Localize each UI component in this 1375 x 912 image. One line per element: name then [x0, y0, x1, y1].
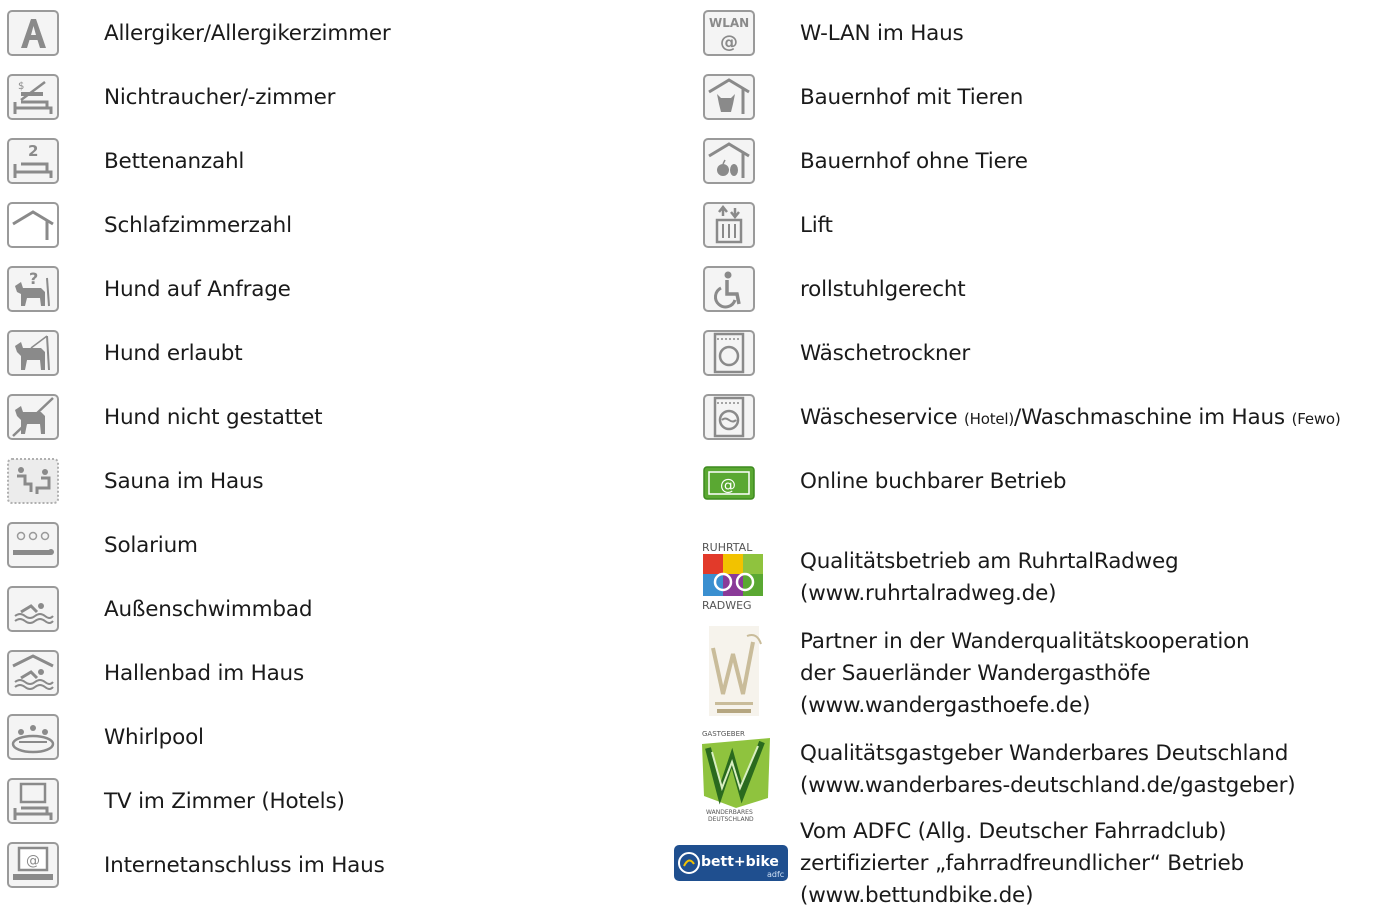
- badge-link[interactable]: (www.bettundbike.de): [800, 880, 1244, 912]
- svg-text:GASTGEBER: GASTGEBER: [702, 730, 745, 738]
- svg-text:WANDERBARES: WANDERBARES: [706, 809, 753, 816]
- tv-icon: [7, 778, 59, 824]
- badge-line: Vom ADFC (Allg. Deutscher Fahrradclub): [800, 819, 1227, 844]
- washing-label-part: Wäscheservice: [800, 405, 964, 430]
- legend-label: Nichtraucher/-zimmer: [104, 85, 336, 110]
- legend-label: Sauna im Haus: [104, 469, 264, 494]
- bedroom-count-icon: [7, 202, 59, 248]
- washing-label-part: /Waschmaschine im Haus: [1014, 405, 1292, 430]
- legend-label: rollstuhlgerecht: [800, 277, 966, 302]
- svg-text:@: @: [26, 853, 40, 869]
- badge-line: der Sauerländer Wandergasthöfe: [800, 661, 1151, 686]
- legend-label: W-LAN im Haus: [800, 21, 964, 46]
- dryer-icon: [703, 330, 755, 376]
- wandergasthoefe-logo: [701, 624, 765, 720]
- wlan-at-text: @: [720, 32, 738, 53]
- allergy-icon: [7, 10, 59, 56]
- svg-text:$: $: [18, 81, 24, 92]
- svg-text:?: ?: [29, 269, 38, 288]
- outdoor-pool-icon: [7, 586, 59, 632]
- legend-label-washing: Wäscheservice (Hotel)/Waschmaschine im H…: [800, 402, 1341, 435]
- badge-text-bettundbike: Vom ADFC (Allg. Deutscher Fahrradclub) z…: [800, 816, 1244, 912]
- badge-text-wanderbares: Qualitätsgastgeber Wanderbares Deutschla…: [800, 738, 1296, 802]
- wlan-icon: WLAN @: [703, 10, 755, 56]
- badge-line: Qualitätsgastgeber Wanderbares Deutschla…: [800, 741, 1289, 766]
- legend-label: Allergiker/Allergikerzimmer: [104, 21, 391, 46]
- legend-label: Hund erlaubt: [104, 341, 243, 366]
- lift-icon: [703, 202, 755, 248]
- legend-label: Bauernhof ohne Tiere: [800, 149, 1028, 174]
- legend-label: Lift: [800, 213, 833, 238]
- washing-label-fewo: (Fewo): [1291, 410, 1341, 428]
- legend-label: Außenschwimmbad: [104, 597, 313, 622]
- bed-count-icon: 2: [7, 138, 59, 184]
- badge-line: zertifizierter „fahrradfreundlicher“ Bet…: [800, 851, 1245, 876]
- solarium-icon: [7, 522, 59, 568]
- legend-label: Whirlpool: [104, 725, 204, 750]
- legend-label: Hallenbad im Haus: [104, 661, 304, 686]
- dog-on-request-icon: ?: [7, 266, 59, 312]
- badge-text-wandergasthoefe: Partner in der Wanderqualitätskooperatio…: [800, 626, 1250, 722]
- washing-label-hotel: (Hotel): [963, 410, 1015, 428]
- legend-label: Solarium: [104, 533, 198, 558]
- wanderbares-deutschland-logo: GASTGEBER WANDERBARES DEUTSCHLAND: [696, 728, 776, 824]
- online-booking-icon: @: [703, 460, 755, 506]
- ruhrtal-logo-bottom: RADWEG: [702, 599, 752, 612]
- legend-label: Wäschetrockner: [800, 341, 971, 366]
- dog-allowed-icon: [7, 330, 59, 376]
- legend-label: Hund nicht gestattet: [104, 405, 323, 430]
- badge-link[interactable]: (www.wanderbares-deutschland.de/gastgebe…: [800, 770, 1296, 802]
- legend-label: Online buchbarer Betrieb: [800, 469, 1067, 494]
- farm-with-animals-icon: [703, 74, 755, 120]
- washing-machine-icon: [703, 394, 755, 440]
- legend-label: Internetanschluss im Haus: [104, 853, 385, 878]
- badge-link[interactable]: (www.ruhrtalradweg.de): [800, 578, 1178, 610]
- wlan-icon-text: WLAN: [709, 16, 749, 30]
- svg-text:DEUTSCHLAND: DEUTSCHLAND: [708, 816, 754, 823]
- legend-label: Hund auf Anfrage: [104, 277, 291, 302]
- dog-not-allowed-icon: [7, 394, 59, 440]
- online-at-text: @: [720, 475, 736, 494]
- non-smoking-icon: $: [7, 74, 59, 120]
- indoor-pool-icon: [7, 650, 59, 696]
- badge-text-ruhrtal: Qualitätsbetrieb am RuhrtalRadweg (www.r…: [800, 546, 1179, 610]
- badge-line: Qualitätsbetrieb am RuhrtalRadweg: [800, 549, 1179, 574]
- ruhrtal-logo-top: RUHRTAL: [702, 541, 753, 554]
- bett-bike-logo-sub: adfc: [767, 870, 784, 879]
- badge-link[interactable]: (www.wandergasthoefe.de): [800, 690, 1249, 722]
- legend-label: Schlafzimmerzahl: [104, 213, 292, 238]
- legend-label: TV im Zimmer (Hotels): [104, 789, 345, 814]
- farm-without-animals-icon: [703, 138, 755, 184]
- sauna-icon: [7, 458, 59, 504]
- wheelchair-icon: [703, 266, 755, 312]
- whirlpool-icon: [7, 714, 59, 760]
- legend-label: Bauernhof mit Tieren: [800, 85, 1024, 110]
- legend-label: Bettenanzahl: [104, 149, 245, 174]
- internet-icon: @: [7, 842, 59, 888]
- bett-bike-logo-text: bett+bike: [701, 854, 779, 870]
- svg-text:2: 2: [28, 142, 38, 160]
- ruhrtal-radweg-logo: RUHRTAL RADWEG: [701, 540, 765, 612]
- badge-line: Partner in der Wanderqualitätskooperatio…: [800, 629, 1250, 654]
- bett-und-bike-logo: bett+bike adfc: [673, 844, 789, 882]
